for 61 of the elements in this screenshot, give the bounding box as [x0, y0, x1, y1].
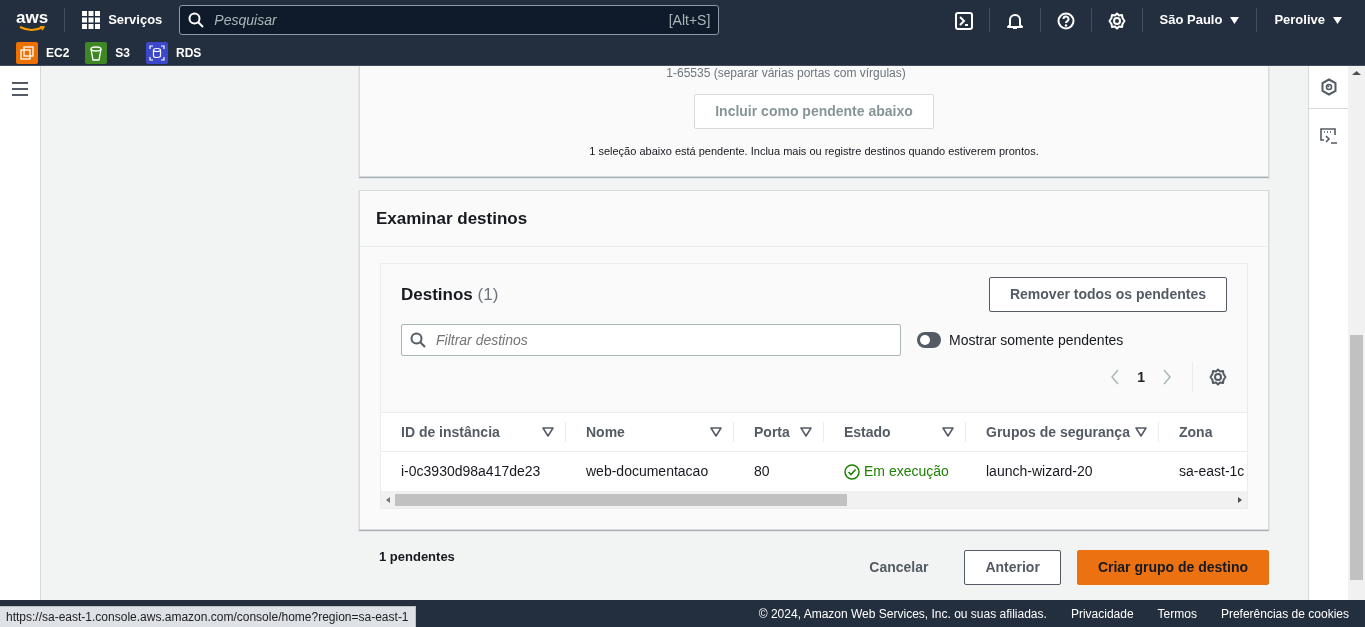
filter-input[interactable]: Filtrar destinos: [434, 328, 892, 352]
column-header[interactable]: Grupos de segurança: [986, 421, 1130, 443]
settings-icon[interactable]: [1209, 368, 1227, 386]
column-header[interactable]: Zona: [1179, 421, 1213, 443]
favorite-label[interactable]: RDS: [176, 43, 202, 62]
sort-icon[interactable]: [542, 427, 554, 437]
remove-pending-button[interactable]: Remover todos os pendentes: [988, 277, 1227, 312]
help-icon[interactable]: [1056, 11, 1075, 30]
hexagon-icon[interactable]: [1320, 78, 1337, 96]
create-target-group-button[interactable]: Criar grupo de destino: [1076, 550, 1269, 585]
hint-text: 1-65535 (separar várias portas com vírgulas): [666, 66, 906, 82]
column-header[interactable]: ID de instância: [401, 421, 500, 443]
notifications-icon[interactable]: [1005, 11, 1024, 30]
pending-note: 1 seleção abaixo está pendente. Inclua mais ou registre destinos quando estiverem prontos.: [589, 144, 1039, 159]
status-url: https://sa-east-1.console.aws.amazon.com/console/home?region=sa-east-1: [0, 606, 416, 627]
services-menu[interactable]: Serviços: [81, 9, 164, 31]
targets-title: Destinos (1): [401, 283, 499, 306]
footer-link[interactable]: Privacidade: [1070, 604, 1134, 623]
table-cell-text: 80: [753, 462, 771, 481]
sort-icon[interactable]: [710, 427, 722, 437]
search-field[interactable]: Pesquisar [Alt+S]: [179, 5, 720, 35]
aws-logo[interactable]: aws: [16, 8, 49, 32]
menu-icon[interactable]: [12, 82, 28, 96]
smile-arrow-icon: [19, 25, 46, 32]
cancel-button[interactable]: Cancelar: [849, 551, 949, 584]
region-menu[interactable]: São Paulo: [1142, 9, 1257, 31]
table-cell-text: i-0c3930d98a417de23: [400, 462, 542, 481]
table-cell-text: web-documentacao: [585, 462, 710, 481]
shortcut-hint: [Alt+S]: [668, 10, 711, 30]
sort-icon[interactable]: [1135, 427, 1147, 437]
pending-count: 1 pendentes: [379, 548, 455, 566]
screen-share-icon[interactable]: [1319, 127, 1338, 146]
section-title: Examinar destinos: [376, 207, 529, 230]
caret-icon: [1333, 16, 1342, 24]
sort-icon[interactable]: [800, 427, 812, 437]
sort-icon[interactable]: [942, 427, 954, 437]
filter-field[interactable]: Filtrar destinos: [401, 324, 901, 356]
footer-link[interactable]: Preferências de cookies: [1220, 604, 1349, 623]
toggle-switch[interactable]: [917, 332, 941, 348]
horizontal-scrollbar[interactable]: [381, 491, 1247, 508]
table-cell-text: launch-wizard-20: [985, 462, 1094, 481]
search-icon: [410, 332, 426, 348]
toggle-label: Mostrar somente pendentes: [949, 330, 1124, 350]
grid-icon: [82, 11, 101, 29]
column-header[interactable]: Nome: [586, 421, 625, 443]
favorite-label[interactable]: S3: [115, 43, 131, 62]
column-header[interactable]: Estado: [844, 421, 891, 443]
previous-button[interactable]: Anterior: [964, 550, 1061, 585]
caret-icon: [1230, 16, 1240, 24]
check-circle-icon: [844, 463, 860, 480]
column-header[interactable]: Porta: [754, 421, 790, 443]
search-icon: [188, 12, 205, 28]
account-menu[interactable]: Perolive: [1257, 9, 1359, 31]
favorite-label[interactable]: EC2: [46, 43, 70, 62]
status-text: Em execução: [844, 461, 949, 482]
footer-link[interactable]: Termos: [1157, 604, 1197, 623]
terminal-icon[interactable]: [954, 11, 973, 30]
page-button[interactable]: 1: [1136, 365, 1146, 389]
table-cell-text: sa-east-1c: [1178, 462, 1246, 481]
copyright-text: © 2024, Amazon Web Services, Inc. ou suas afiliadas.: [758, 605, 1047, 623]
search-input[interactable]: Pesquisar: [212, 8, 661, 32]
